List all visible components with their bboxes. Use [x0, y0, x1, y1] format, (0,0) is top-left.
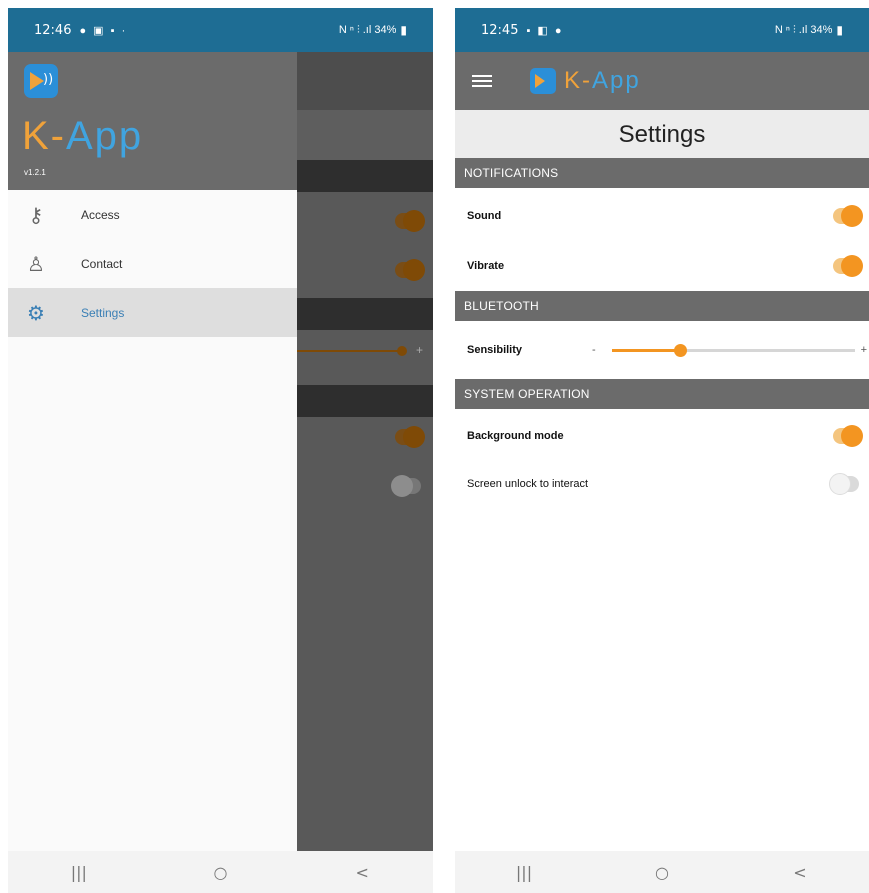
section-notifications: NOTIFICATIONS	[455, 158, 869, 188]
drawer-item-label: Settings	[81, 305, 125, 320]
gears-icon: ⚙	[27, 300, 45, 325]
drawer-item-label: Access	[81, 207, 120, 222]
status-bar: 12:46 ● ▣ ▪ · N ⁿ ⫶ .ıl 34% ▮	[8, 8, 433, 52]
slider-min-label: -	[592, 344, 596, 356]
status-bar: 12:45 ▪ ◧ ● N ⁿ ⫶ .ıl 34% ▮	[455, 8, 869, 52]
dimmed-slider	[297, 346, 407, 356]
recents-button[interactable]: |||	[49, 863, 109, 882]
setting-sensibility: Sensibility - +	[455, 326, 869, 374]
dimmed-toggle	[395, 259, 425, 281]
status-time: 12:45	[481, 22, 519, 38]
app-logo-text: K-App	[22, 114, 144, 158]
dimmed-toggle	[395, 210, 425, 232]
system-nav-bar: ||| ○ <	[8, 851, 433, 893]
slider-thumb[interactable]	[674, 344, 688, 357]
notification-icons: ▪ ◧ ●	[526, 24, 564, 37]
person-icon: ♙	[27, 251, 45, 276]
app-bar: K-App	[455, 52, 869, 110]
back-button[interactable]: <	[332, 863, 392, 882]
setting-vibrate: Vibrate	[455, 242, 869, 290]
dimmed-section-header	[297, 298, 433, 330]
key-icon: ⚷	[28, 202, 44, 227]
drawer-item-settings[interactable]: ⚙ Settings	[8, 288, 297, 337]
section-bluetooth: BLUETOOTH	[455, 291, 869, 321]
setting-label: Screen unlock to interact	[467, 478, 589, 490]
setting-sound: Sound	[455, 192, 869, 240]
app-brand: K-App	[564, 67, 641, 94]
slider-fill	[612, 349, 681, 352]
screen-unlock-toggle[interactable]	[829, 473, 859, 495]
drawer-item-label: Contact	[81, 256, 123, 271]
drawer-item-access[interactable]: ⚷ Access	[8, 190, 297, 239]
setting-label: Sound	[467, 210, 502, 222]
setting-label: Sensibility	[467, 344, 523, 356]
drawer-item-contact[interactable]: ♙ Contact	[8, 239, 297, 288]
slider-max-label: +	[860, 344, 867, 356]
status-time: 12:46	[34, 22, 72, 38]
setting-background-mode: Background mode	[455, 412, 869, 460]
dimmed-section-header	[297, 385, 433, 417]
page-title: Settings	[455, 110, 869, 158]
app-logo-icon	[530, 68, 556, 94]
setting-label: Background mode	[467, 430, 564, 442]
battery-icon: ▮	[836, 23, 843, 37]
notification-icons: ● ▣ ▪ ·	[79, 24, 128, 37]
system-nav-bar: ||| ○ <	[455, 851, 869, 893]
setting-label: Vibrate	[467, 260, 505, 272]
system-status-icons: N ⁿ ⫶ .ıl 34%	[774, 23, 833, 36]
dimmed-toggle	[395, 426, 425, 448]
menu-icon[interactable]	[472, 72, 492, 90]
drawer-header: )) K-App v1.2.1	[8, 52, 297, 190]
vibrate-toggle[interactable]	[833, 255, 863, 277]
home-button[interactable]: ○	[632, 863, 692, 882]
dimmed-settings-screen[interactable]: +	[297, 52, 433, 851]
section-system-operation: SYSTEM OPERATION	[455, 379, 869, 409]
dimmed-section-header	[297, 160, 433, 192]
app-version: v1.2.1	[24, 168, 46, 177]
dimmed-app-bar	[297, 52, 433, 110]
dimmed-title	[297, 110, 433, 160]
system-status-icons: N ⁿ ⫶ .ıl 34%	[338, 23, 397, 36]
navigation-drawer: )) K-App v1.2.1 ⚷ Access ♙ Contact ⚙ Set…	[8, 52, 297, 851]
battery-icon: ▮	[400, 23, 407, 37]
dimmed-toggle	[391, 475, 421, 497]
background-mode-toggle[interactable]	[833, 425, 863, 447]
sensibility-slider[interactable]	[612, 344, 855, 357]
right-phone-screen: 12:45 ▪ ◧ ● N ⁿ ⫶ .ıl 34% ▮ K-App Settin…	[455, 8, 869, 893]
recents-button[interactable]: |||	[494, 863, 554, 882]
back-button[interactable]: <	[770, 863, 830, 882]
home-button[interactable]: ○	[190, 863, 250, 882]
left-phone-screen: 12:46 ● ▣ ▪ · N ⁿ ⫶ .ıl 34% ▮ + )) K-App…	[8, 8, 433, 893]
sound-toggle[interactable]	[833, 205, 863, 227]
dimmed-plus: +	[415, 343, 423, 357]
setting-screen-unlock: Screen unlock to interact	[455, 460, 869, 508]
app-logo-icon: ))	[24, 64, 58, 98]
